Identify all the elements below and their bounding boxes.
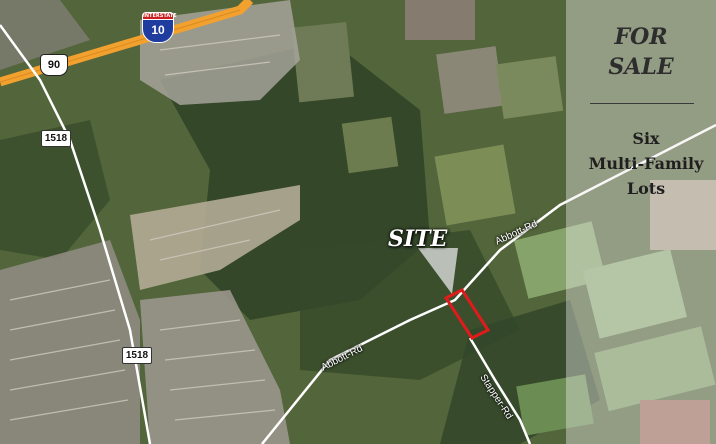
panel-desc-line3: Lots <box>626 179 666 198</box>
us-90-shield: 90 <box>40 54 68 76</box>
panel-title-line1: FOR <box>614 24 668 50</box>
panel-title-line2: SALE <box>608 54 674 80</box>
panel-description: Six Multi-Family Lots <box>576 126 716 201</box>
site-label: SITE <box>388 226 448 252</box>
panel-title: FOR SALE <box>566 22 716 82</box>
panel-desc-line1: Six <box>632 129 660 148</box>
panel-desc-line2: Multi-Family <box>588 154 704 173</box>
aerial-map[interactable]: INTERSTATE 10 90 1518 1518 Abbott-Rd Abb… <box>0 0 716 444</box>
fm-1518-shield-north: 1518 <box>41 130 71 147</box>
interstate-shield-number: 10 <box>142 19 174 43</box>
for-sale-panel: FOR SALE Six Multi-Family Lots <box>566 0 716 444</box>
fm-1518-shield-south: 1518 <box>122 347 152 364</box>
panel-divider <box>590 103 694 104</box>
interstate-10-shield: INTERSTATE 10 <box>142 12 177 43</box>
